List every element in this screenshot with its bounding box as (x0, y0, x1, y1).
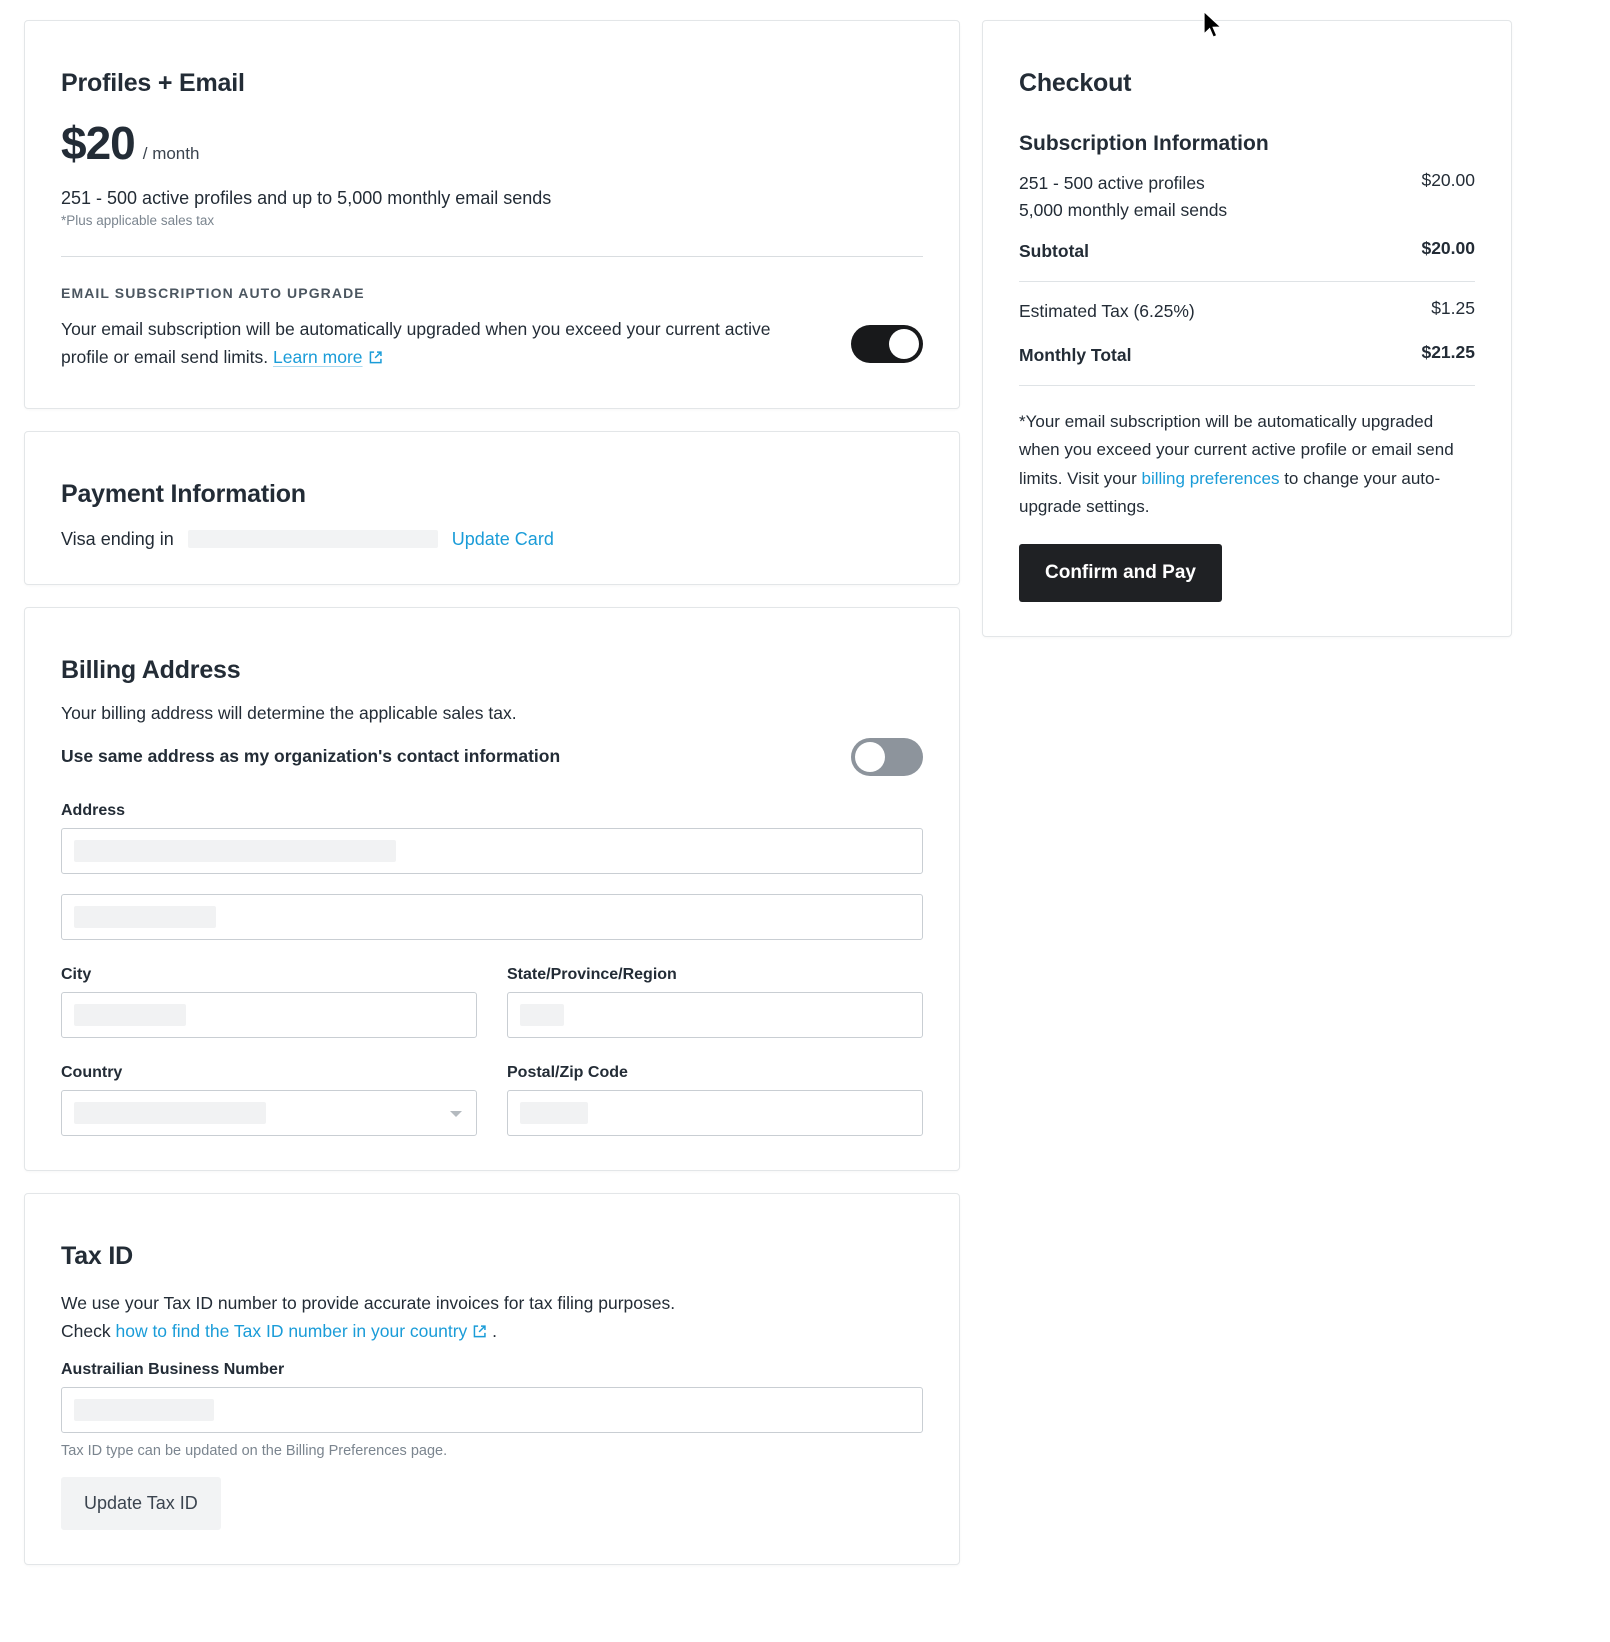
auto-upgrade-text: Your email subscription will be automati… (61, 319, 771, 368)
billing-address-title: Billing Address (61, 655, 241, 684)
auto-upgrade-toggle[interactable] (851, 325, 923, 364)
line-item-tax: Estimated Tax (6.25%) $1.25 (1019, 298, 1475, 325)
city-field-block: City (61, 966, 477, 1038)
country-postal-row: Country Postal/Zip Code (61, 1064, 923, 1136)
tax-value: $1.25 (1431, 298, 1475, 319)
card-label: Visa ending in (61, 528, 174, 549)
tax-id-card: Tax ID We use your Tax ID number to prov… (24, 1192, 960, 1565)
plan-price-amount: $20 (61, 117, 136, 169)
monthly-total-label: Monthly Total (1019, 344, 1132, 365)
tax-id-description-block: We use your Tax ID number to provide acc… (61, 1289, 923, 1347)
tax-id-help-link[interactable]: how to find the Tax ID number in your co… (115, 1321, 467, 1341)
auto-upgrade-description: Your email subscription will be automati… (61, 315, 821, 374)
checkout-title: Checkout (1019, 69, 1132, 97)
checkout-card: Checkout Subscription Information 251 - … (982, 20, 1512, 637)
billing-address-description: Your billing address will determine the … (61, 702, 517, 723)
tax-id-check-line: Check how to find the Tax ID number in y… (61, 1317, 923, 1347)
checkout-disclaimer: *Your email subscription will be automat… (1019, 408, 1475, 522)
learn-more-label: Learn more (273, 347, 363, 368)
line-item-total: Monthly Total $21.25 (1019, 342, 1475, 369)
billing-checkout-page: Profiles + Email $20 / month 251 - 500 a… (0, 0, 1610, 1642)
state-value-redacted (520, 1003, 564, 1026)
state-input[interactable] (507, 991, 923, 1038)
postal-value-redacted (520, 1101, 588, 1124)
plan-tax-note: *Plus applicable sales tax (61, 213, 215, 228)
tax-id-field-label: Austrailian Business Number (61, 1360, 285, 1378)
city-label: City (61, 965, 92, 983)
auto-upgrade-row: Your email subscription will be automati… (61, 315, 923, 374)
left-column: Profiles + Email $20 / month 251 - 500 a… (24, 20, 960, 1565)
external-link-icon (472, 1319, 487, 1347)
subscription-information-section: Subscription Information 251 - 500 activ… (1019, 132, 1475, 602)
auto-upgrade-toggle-knob (889, 329, 919, 360)
learn-more-link[interactable]: Learn more (273, 347, 363, 367)
payment-information-card: Payment Information Visa ending in Updat… (24, 430, 960, 585)
tax-id-description: We use your Tax ID number to provide acc… (61, 1292, 676, 1313)
subtotal-label: Subtotal (1019, 241, 1089, 262)
address-label: Address (61, 801, 126, 819)
same-address-toggle-knob (855, 741, 885, 772)
plan-price-period: / month (142, 144, 200, 163)
update-tax-id-button[interactable]: Update Tax ID (61, 1476, 221, 1530)
tax-id-field-block: Austrailian Business Number (61, 1361, 923, 1433)
monthly-total-value: $21.25 (1421, 341, 1475, 362)
auto-upgrade-eyebrow: EMAIL SUBSCRIPTION AUTO UPGRADE (61, 285, 365, 301)
payment-information-title: Payment Information (61, 479, 306, 508)
tax-id-hint: Tax ID type can be updated on the Billin… (61, 1442, 448, 1459)
checkout-divider-2 (1019, 384, 1475, 386)
postal-input[interactable] (507, 1089, 923, 1136)
address-field-block: Address (61, 802, 923, 874)
address-line1-value-redacted (74, 839, 396, 862)
line-item-subtotal: Subtotal $20.00 (1019, 238, 1475, 265)
line-item-profiles-label: 251 - 500 active profiles 5,000 monthly … (1019, 170, 1227, 224)
city-state-row: City State/Province/Region (61, 966, 923, 1038)
card-digits-redacted (187, 530, 438, 549)
plan-card: Profiles + Email $20 / month 251 - 500 a… (24, 20, 960, 409)
plan-description: 251 - 500 active profiles and up to 5,00… (61, 188, 552, 208)
tax-id-value-redacted (74, 1398, 214, 1421)
update-card-link[interactable]: Update Card (452, 529, 554, 550)
city-value-redacted (74, 1003, 186, 1026)
confirm-and-pay-button[interactable]: Confirm and Pay (1019, 543, 1222, 602)
postal-label: Postal/Zip Code (507, 1063, 628, 1081)
tax-label: Estimated Tax (6.25%) (1019, 301, 1195, 322)
same-address-label: Use same address as my organization's co… (61, 746, 561, 767)
state-label: State/Province/Region (507, 965, 677, 983)
checkout-divider-1 (1019, 281, 1475, 283)
line-item-profiles-label-1: 251 - 500 active profiles (1019, 173, 1205, 193)
line-item-profiles-label-2: 5,000 monthly email sends (1019, 200, 1228, 221)
address-line2-block (61, 893, 923, 940)
external-link-icon (368, 345, 383, 373)
address-line2-input[interactable] (61, 893, 923, 940)
payment-card-row: Visa ending in Update Card (61, 529, 923, 550)
country-value-redacted (74, 1101, 266, 1124)
country-select[interactable] (61, 1089, 477, 1136)
tax-id-title: Tax ID (61, 1241, 133, 1270)
address-line1-input[interactable] (61, 827, 923, 874)
postal-field-block: Postal/Zip Code (507, 1064, 923, 1136)
address-line2-value-redacted (74, 905, 216, 928)
country-field-block: Country (61, 1064, 477, 1136)
subscription-information-title: Subscription Information (1019, 132, 1269, 155)
country-label: Country (61, 1063, 123, 1081)
plan-title: Profiles + Email (61, 69, 245, 97)
same-address-row: Use same address as my organization's co… (61, 737, 923, 776)
billing-preferences-link[interactable]: billing preferences (1142, 469, 1280, 488)
right-column: Checkout Subscription Information 251 - … (982, 20, 1512, 637)
city-input[interactable] (61, 991, 477, 1038)
tax-id-check-suffix: . (492, 1320, 498, 1341)
tax-id-input[interactable] (61, 1386, 923, 1433)
tax-id-check-prefix: Check (61, 1320, 111, 1341)
plan-price: $20 / month (61, 120, 923, 166)
subtotal-value: $20.00 (1421, 238, 1475, 259)
state-field-block: State/Province/Region (507, 966, 923, 1038)
billing-address-card: Billing Address Your billing address wil… (24, 606, 960, 1171)
line-item-profiles: 251 - 500 active profiles 5,000 monthly … (1019, 170, 1475, 224)
line-item-profiles-value: $20.00 (1421, 170, 1475, 190)
same-address-toggle[interactable] (851, 737, 923, 776)
plan-divider (61, 256, 923, 257)
